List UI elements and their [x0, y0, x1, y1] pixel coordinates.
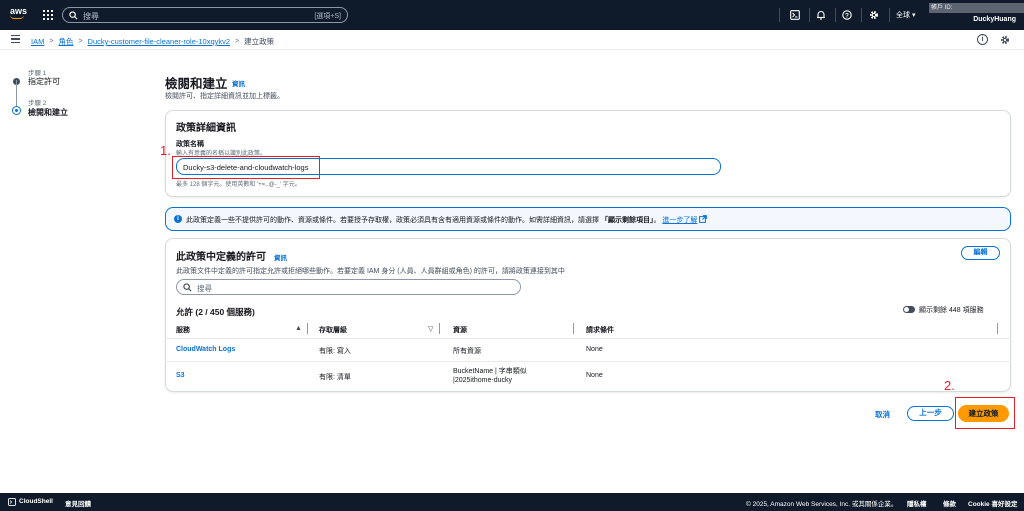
breadcrumb-current: 建立政策	[244, 37, 275, 46]
column-header-conditions[interactable]: 請求條件	[586, 325, 614, 335]
annotation-number-1: 1.	[160, 143, 171, 158]
column-divider	[307, 323, 308, 334]
table-cell-resource-value: |2025ithome-ducky	[453, 377, 513, 384]
permissions-panel	[165, 238, 1011, 392]
chevron-right-icon: >	[49, 38, 54, 45]
table-cell-resource: 所有資源	[453, 348, 481, 355]
breadcrumb-iam[interactable]: IAM	[31, 37, 44, 46]
divider	[861, 8, 862, 22]
table-cell-condition: None	[586, 346, 603, 353]
info-alert: i 此政策定義一些不提供許可的動作、資源或條件。若要授予存取權，政策必須具有含有…	[165, 207, 1011, 231]
cancel-button[interactable]: 取消	[875, 409, 890, 420]
toggle-label: 顯示剩餘 448 項服務	[919, 307, 984, 314]
global-search-input[interactable]: 搜尋 [選項+S]	[62, 7, 348, 23]
aws-logo-text: aws	[10, 6, 28, 16]
column-header-service[interactable]: 服務	[176, 325, 190, 335]
chevron-right-icon: >	[235, 38, 240, 45]
cloudshell-icon[interactable]	[787, 7, 803, 23]
svg-text:?: ?	[845, 12, 849, 19]
table-divider	[165, 361, 1011, 362]
permissions-search-input[interactable]: 搜尋	[176, 279, 521, 295]
menu-icon[interactable]	[11, 35, 20, 44]
settings-icon[interactable]	[999, 34, 1010, 45]
page-info-link[interactable]: 資訊	[232, 78, 245, 88]
alert-bold: 「顯示剩餘項目」	[600, 217, 654, 224]
step-2-dot	[12, 106, 21, 115]
info-circle-icon: i	[174, 215, 182, 223]
sort-ascending-icon[interactable]: ▲	[295, 325, 302, 332]
column-header-access-level[interactable]: 存取層級	[319, 325, 347, 335]
cloudshell-icon[interactable]	[8, 498, 16, 506]
step-2-label: 檢閱和建立	[28, 108, 68, 117]
alert-suffix: 。	[653, 217, 661, 224]
service-link-s3[interactable]: S3	[176, 372, 185, 379]
annotation-box-1	[172, 156, 320, 179]
page-description: 檢閱許可、指定詳細資訊並加上標籤。	[165, 93, 284, 100]
edit-button[interactable]: 編輯	[961, 246, 1000, 260]
divider	[835, 8, 836, 22]
footer-copyright: © 2025, Amazon Web Services, Inc. 或其關係企業…	[746, 501, 898, 508]
table-cell-resource: BucketName | 字串類似	[453, 368, 527, 375]
breadcrumb-bar: IAM > 角色 > Ducky-customer-file-cleaner-r…	[0, 30, 1024, 50]
services-grid-icon[interactable]	[43, 10, 53, 20]
alert-text: 此政策定義一些不提供許可的動作、資源或條件。若要授予存取權，政策必須具有含有適用…	[186, 215, 708, 225]
policy-details-title: 政策詳細資訊	[176, 123, 236, 134]
sort-descending-icon[interactable]: ▽	[428, 325, 433, 333]
table-cell-condition: None	[586, 372, 603, 379]
search-shortcut: [選項+S]	[314, 13, 341, 20]
permissions-info-link[interactable]: 資訊	[274, 252, 287, 262]
footer-cloudshell[interactable]: CloudShell	[19, 498, 53, 505]
page-title: 檢閱和建立	[165, 77, 228, 91]
chevron-right-icon: >	[78, 38, 83, 45]
aws-logo[interactable]: aws	[10, 7, 28, 23]
permissions-title: 此政策中定義的許可	[176, 252, 266, 263]
help-icon[interactable]: ?	[839, 7, 855, 23]
show-remaining-toggle[interactable]	[903, 306, 915, 313]
annotation-box-2	[955, 397, 1015, 429]
column-divider	[997, 323, 998, 334]
footer-feedback[interactable]: 意見回饋	[65, 498, 91, 508]
step-connector	[16, 80, 17, 107]
column-header-resource[interactable]: 資源	[453, 325, 467, 335]
info-icon[interactable]: i	[977, 34, 988, 45]
previous-button[interactable]: 上一步	[907, 406, 954, 421]
external-link-icon	[699, 215, 708, 223]
footer: CloudShell 意見回饋 © 2025, Amazon Web Servi…	[0, 493, 1024, 511]
divider	[779, 8, 780, 22]
learn-more-link[interactable]: 進一步了解	[662, 217, 697, 224]
divider	[809, 8, 810, 22]
alert-message: 此政策定義一些不提供許可的動作、資源或條件。若要授予存取權，政策必須具有含有適用…	[186, 217, 599, 224]
annotation-number-2: 2.	[944, 378, 955, 393]
search-placeholder: 搜尋	[83, 12, 99, 21]
allow-title: 允許 (2 / 450 個服務)	[176, 307, 255, 317]
permissions-search-placeholder: 搜尋	[197, 284, 212, 293]
column-divider	[439, 323, 440, 334]
footer-terms[interactable]: 條款	[943, 498, 956, 508]
breadcrumb-role[interactable]: Ducky-customer-file-cleaner-role-10xqykv…	[88, 37, 231, 46]
permissions-description: 此政策文件中定義的許可指定允許或拒絕哪些動作。若要定義 IAM 身分 (人員、人…	[176, 268, 565, 275]
account-id: 帳戶 ID:	[929, 3, 1024, 13]
step-2-number: 步驟 2	[28, 100, 47, 107]
column-divider	[573, 323, 574, 334]
username: DuckyHuang	[973, 16, 1016, 23]
service-link-cloudwatch[interactable]: CloudWatch Logs	[176, 346, 235, 353]
step-1-label[interactable]: 指定許可	[28, 76, 60, 87]
region-selector[interactable]: 全球 ▾	[896, 10, 915, 20]
top-navigation: aws 搜尋 [選項+S] ? 全球 ▾ 帳戶 ID: DuckyHuang	[0, 0, 1024, 30]
table-cell-access: 有限: 寫入	[319, 348, 351, 355]
bell-icon[interactable]	[813, 7, 829, 23]
search-icon	[183, 283, 192, 292]
table-cell-access: 有限: 清單	[319, 374, 351, 381]
breadcrumb: IAM > 角色 > Ducky-customer-file-cleaner-r…	[31, 36, 274, 47]
policy-name-help: 最多 128 個字元。使用英數和 '+=,.@-_' 字元。	[176, 182, 301, 188]
search-icon	[69, 11, 78, 20]
footer-cookies[interactable]: Cookie 喜好設定	[968, 498, 1017, 508]
account-menu[interactable]: 帳戶 ID: DuckyHuang	[929, 3, 1024, 28]
breadcrumb-roles[interactable]: 角色	[58, 36, 73, 47]
divider	[889, 8, 890, 22]
footer-privacy[interactable]: 隱私權	[907, 498, 927, 508]
gear-icon[interactable]	[866, 7, 882, 23]
table-divider	[165, 338, 1011, 339]
